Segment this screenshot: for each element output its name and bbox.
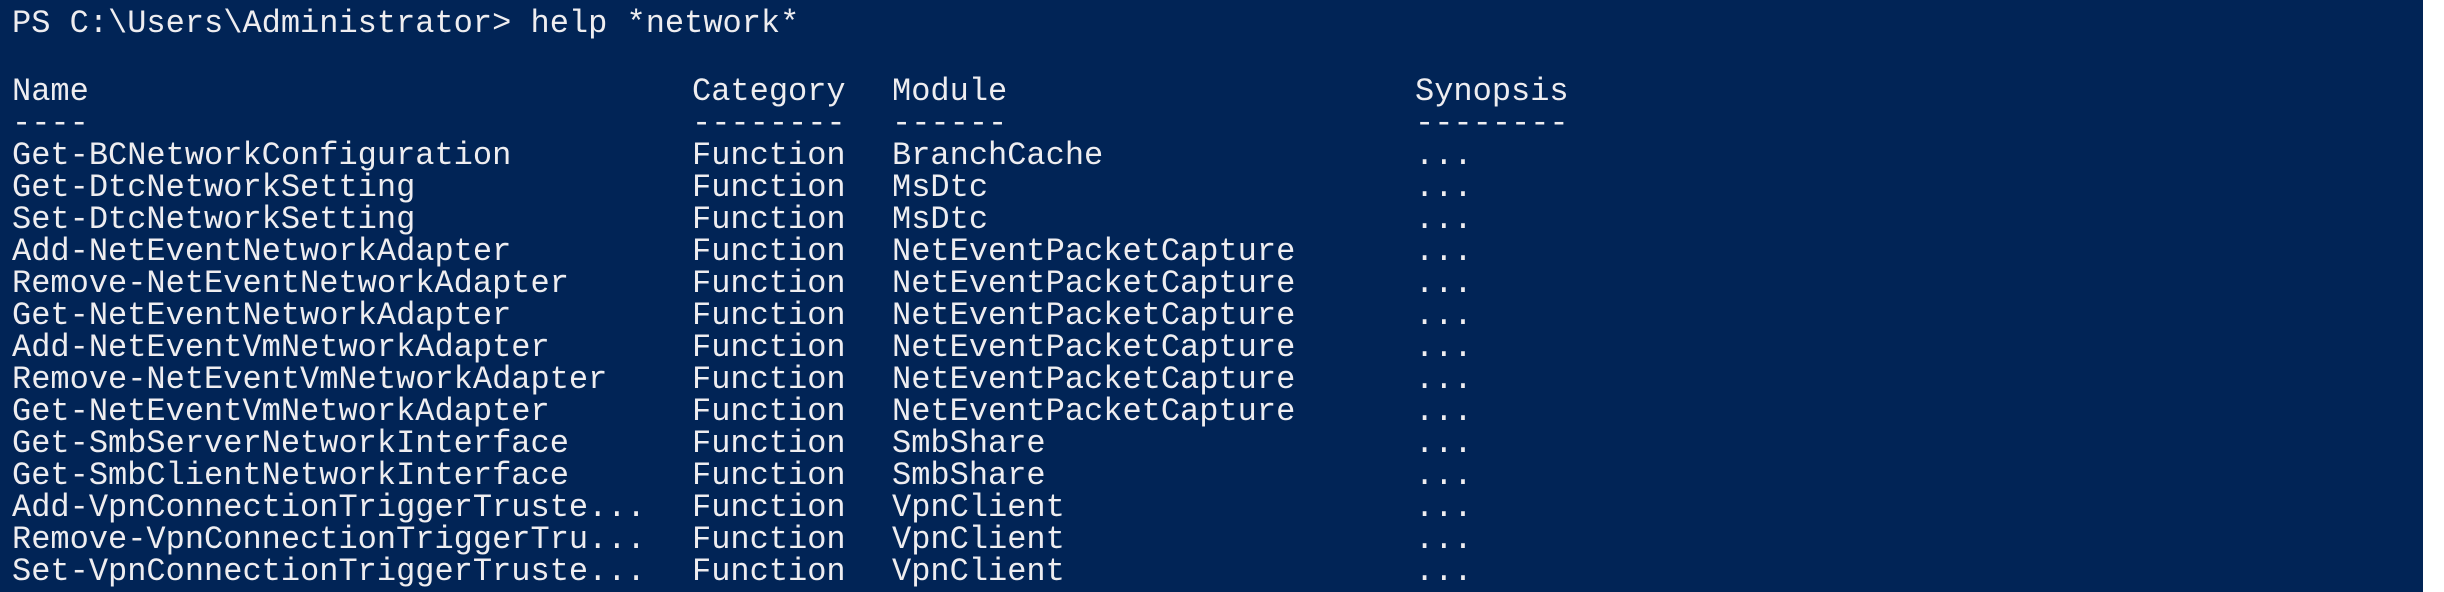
table-row: Get-DtcNetworkSetting Function MsDtc ...	[12, 172, 2412, 204]
row-synopsis: ...	[1415, 201, 1473, 238]
row-synopsis: ...	[1415, 329, 1473, 366]
row-name: Get-DtcNetworkSetting	[12, 169, 416, 206]
row-category: Function	[692, 329, 846, 366]
row-module: NetEventPacketCapture	[892, 393, 1296, 430]
table-row: Set-DtcNetworkSetting Function MsDtc ...	[12, 204, 2412, 236]
underline-name: ----	[12, 105, 89, 142]
row-module: MsDtc	[892, 169, 989, 206]
row-category: Function	[692, 265, 846, 302]
row-module: NetEventPacketCapture	[892, 265, 1296, 302]
row-name: Get-NetEventVmNetworkAdapter	[12, 393, 550, 430]
header-category: Category	[692, 73, 846, 110]
row-name: Get-NetEventNetworkAdapter	[12, 297, 512, 334]
row-synopsis: ...	[1415, 393, 1473, 430]
row-synopsis: ...	[1415, 553, 1473, 590]
row-module: VpnClient	[892, 521, 1065, 558]
row-category: Function	[692, 361, 846, 398]
underline-synopsis: --------	[1415, 105, 1569, 142]
window-edge-strip	[2423, 0, 2444, 592]
row-category: Function	[692, 233, 846, 270]
table-row: Set-VpnConnectionTriggerTruste... Functi…	[12, 556, 2412, 588]
table-row: Get-SmbClientNetworkInterface Function S…	[12, 460, 2412, 492]
row-name: Set-VpnConnectionTriggerTruste...	[12, 553, 646, 590]
table-row: Get-SmbServerNetworkInterface Function S…	[12, 428, 2412, 460]
row-synopsis: ...	[1415, 169, 1473, 206]
table-row: Remove-NetEventVmNetworkAdapter Function…	[12, 364, 2412, 396]
row-module: NetEventPacketCapture	[892, 297, 1296, 334]
row-name: Remove-NetEventNetworkAdapter	[12, 265, 569, 302]
row-synopsis: ...	[1415, 457, 1473, 494]
prompt-command: PS C:\Users\Administrator> help *network…	[12, 5, 800, 42]
row-name: Set-DtcNetworkSetting	[12, 201, 416, 238]
row-category: Function	[692, 137, 846, 174]
row-category: Function	[692, 489, 846, 526]
row-module: NetEventPacketCapture	[892, 233, 1296, 270]
table-header: Name Category Module Synopsis	[12, 76, 2412, 108]
underline-module: ------	[892, 105, 1008, 142]
row-synopsis: ...	[1415, 137, 1473, 174]
row-module: BranchCache	[892, 137, 1104, 174]
table-row: Get-BCNetworkConfiguration Function Bran…	[12, 140, 2412, 172]
row-name: Add-NetEventVmNetworkAdapter	[12, 329, 550, 366]
row-module: NetEventPacketCapture	[892, 361, 1296, 398]
row-module: SmbShare	[892, 425, 1046, 462]
row-module: VpnClient	[892, 489, 1065, 526]
table-row: Add-VpnConnectionTriggerTruste... Functi…	[12, 492, 2412, 524]
header-synopsis: Synopsis	[1415, 73, 1569, 110]
row-category: Function	[692, 553, 846, 590]
row-synopsis: ...	[1415, 489, 1473, 526]
row-module: MsDtc	[892, 201, 989, 238]
row-module: SmbShare	[892, 457, 1046, 494]
table-row: Get-NetEventNetworkAdapter Function NetE…	[12, 300, 2412, 332]
row-synopsis: ...	[1415, 521, 1473, 558]
row-category: Function	[692, 457, 846, 494]
row-synopsis: ...	[1415, 233, 1473, 270]
row-category: Function	[692, 393, 846, 430]
row-name: Get-SmbClientNetworkInterface	[12, 457, 569, 494]
row-name: Remove-NetEventVmNetworkAdapter	[12, 361, 608, 398]
row-category: Function	[692, 169, 846, 206]
table-row: Get-NetEventVmNetworkAdapter Function Ne…	[12, 396, 2412, 428]
prompt-line: PS C:\Users\Administrator> help *network…	[12, 8, 2412, 40]
row-name: Add-VpnConnectionTriggerTruste...	[12, 489, 646, 526]
header-module: Module	[892, 73, 1008, 110]
row-category: Function	[692, 201, 846, 238]
table-row: Remove-VpnConnectionTriggerTru... Functi…	[12, 524, 2412, 556]
row-module: VpnClient	[892, 553, 1065, 590]
row-synopsis: ...	[1415, 361, 1473, 398]
table-row: Add-NetEventNetworkAdapter Function NetE…	[12, 236, 2412, 268]
table-header-underline: ---- -------- ------ --------	[12, 108, 2412, 140]
row-category: Function	[692, 521, 846, 558]
row-category: Function	[692, 425, 846, 462]
row-name: Get-SmbServerNetworkInterface	[12, 425, 569, 462]
row-name: Add-NetEventNetworkAdapter	[12, 233, 512, 270]
row-synopsis: ...	[1415, 425, 1473, 462]
row-name: Remove-VpnConnectionTriggerTru...	[12, 521, 646, 558]
header-name: Name	[12, 73, 89, 110]
row-module: NetEventPacketCapture	[892, 329, 1296, 366]
row-name: Get-BCNetworkConfiguration	[12, 137, 512, 174]
row-synopsis: ...	[1415, 297, 1473, 334]
row-category: Function	[692, 297, 846, 334]
table-row: Add-NetEventVmNetworkAdapter Function Ne…	[12, 332, 2412, 364]
underline-category: --------	[692, 105, 846, 142]
row-synopsis: ...	[1415, 265, 1473, 302]
powershell-console[interactable]: PS C:\Users\Administrator> help *network…	[0, 0, 2423, 592]
table-row: Remove-NetEventNetworkAdapter Function N…	[12, 268, 2412, 300]
